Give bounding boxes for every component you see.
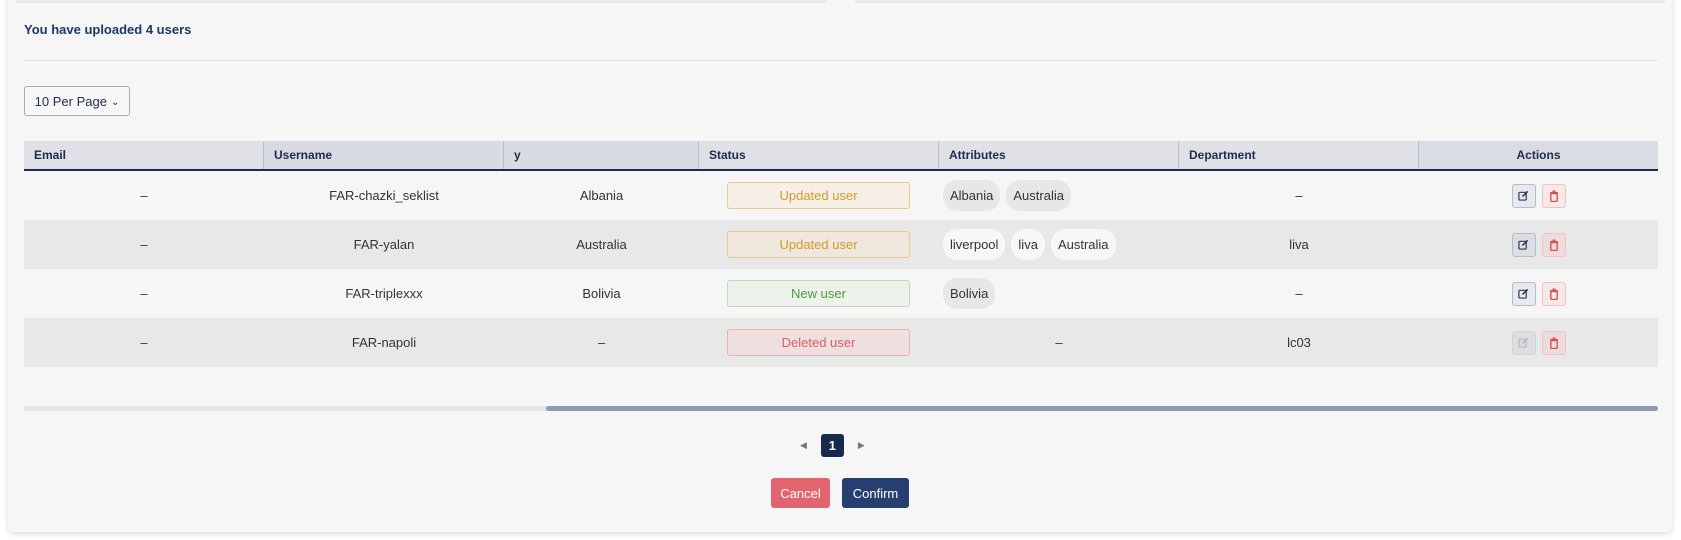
department-cell: liva bbox=[1289, 237, 1309, 252]
username-cell: FAR-napoli bbox=[351, 335, 417, 350]
status-cell: Deleted user bbox=[699, 318, 939, 367]
edit-button[interactable] bbox=[1511, 183, 1536, 208]
column-header-country[interactable]: y bbox=[504, 141, 699, 169]
edit-icon bbox=[1518, 239, 1529, 250]
actions-cell bbox=[1419, 269, 1658, 318]
confirm-button[interactable]: Confirm bbox=[842, 478, 909, 508]
actions-cell bbox=[1419, 171, 1658, 220]
trash-icon bbox=[1549, 190, 1559, 202]
status-badge: New user bbox=[727, 280, 910, 307]
caret-right-icon[interactable]: ▶ bbox=[858, 440, 865, 451]
per-page-label: 10 Per Page bbox=[34, 93, 107, 109]
status-badge: Deleted user bbox=[727, 329, 910, 356]
scrollbar-thumb[interactable] bbox=[546, 406, 1658, 411]
column-header-actions: Actions bbox=[1419, 141, 1658, 169]
users-table: Email Username y Status Attributes Depar… bbox=[24, 141, 1658, 367]
email-cell: – bbox=[140, 335, 148, 350]
attribute-chip: Bolivia bbox=[943, 278, 996, 309]
trash-icon bbox=[1549, 288, 1559, 300]
pagination: ◀ 1 ▶ bbox=[800, 434, 865, 457]
username-cell: FAR-yalan bbox=[353, 237, 415, 252]
edit-button bbox=[1511, 330, 1536, 355]
delete-button[interactable] bbox=[1541, 281, 1566, 306]
country-cell: Bolivia bbox=[582, 286, 621, 301]
table-header: Email Username y Status Attributes Depar… bbox=[24, 141, 1658, 171]
table-row: – FAR-chazki_seklist Albania Updated use… bbox=[24, 171, 1658, 220]
email-cell: – bbox=[140, 237, 148, 252]
status-badge: Updated user bbox=[727, 231, 910, 258]
status-cell: New user bbox=[699, 269, 939, 318]
edit-icon bbox=[1518, 190, 1529, 201]
top-panel-left-edge bbox=[16, 0, 827, 3]
column-header-department[interactable]: Department bbox=[1179, 141, 1419, 169]
delete-button[interactable] bbox=[1541, 232, 1566, 257]
cancel-button[interactable]: Cancel bbox=[771, 478, 830, 508]
attributes-cell: liverpool liva Australia bbox=[939, 220, 1179, 269]
divider bbox=[24, 60, 1658, 61]
department-cell: – bbox=[1295, 286, 1303, 301]
edit-button[interactable] bbox=[1511, 281, 1536, 306]
column-header-attributes[interactable]: Attributes bbox=[939, 141, 1179, 169]
status-badge: Updated user bbox=[727, 182, 910, 209]
table-row: – FAR-triplexxx Bolivia New user Bolivia… bbox=[24, 269, 1658, 318]
horizontal-scrollbar[interactable] bbox=[24, 406, 1658, 411]
attribute-chip: Albania bbox=[943, 180, 1001, 211]
edit-icon bbox=[1518, 337, 1529, 348]
attributes-cell: Bolivia bbox=[939, 269, 1179, 318]
attribute-chip: liverpool bbox=[943, 229, 1006, 260]
email-cell: – bbox=[140, 188, 148, 203]
upload-summary: You have uploaded 4 users bbox=[24, 22, 192, 37]
trash-icon bbox=[1549, 239, 1559, 251]
table-row: – FAR-napoli – Deleted user – lc03 bbox=[24, 318, 1658, 367]
attribute-chip: Australia bbox=[1050, 229, 1116, 260]
email-cell: – bbox=[140, 286, 148, 301]
per-page-dropdown[interactable]: 10 Per Page ⌄ bbox=[24, 86, 130, 116]
country-cell: Albania bbox=[579, 188, 624, 203]
attributes-cell: Albania Australia bbox=[939, 171, 1179, 220]
username-cell: FAR-chazki_seklist bbox=[329, 188, 439, 203]
column-header-email[interactable]: Email bbox=[24, 141, 264, 169]
chevron-down-icon: ⌄ bbox=[110, 96, 120, 108]
department-cell: – bbox=[1295, 188, 1303, 203]
attribute-chip: liva bbox=[1011, 229, 1045, 260]
country-cell: – bbox=[597, 335, 606, 350]
edit-button[interactable] bbox=[1511, 232, 1536, 257]
top-panel-right-edge bbox=[855, 0, 1665, 3]
country-cell: Australia bbox=[576, 237, 627, 252]
department-cell: lc03 bbox=[1287, 335, 1311, 350]
username-cell: FAR-triplexxx bbox=[345, 286, 423, 301]
table-row: – FAR-yalan Australia Updated user liver… bbox=[24, 220, 1658, 269]
actions-cell bbox=[1419, 220, 1658, 269]
column-header-status[interactable]: Status bbox=[699, 141, 939, 169]
column-header-username[interactable]: Username bbox=[264, 141, 504, 169]
caret-left-icon[interactable]: ◀ bbox=[800, 440, 807, 451]
actions-cell bbox=[1419, 318, 1658, 367]
table-body: – FAR-chazki_seklist Albania Updated use… bbox=[24, 171, 1658, 367]
status-cell: Updated user bbox=[699, 171, 939, 220]
attributes-cell: – bbox=[1055, 335, 1063, 350]
attribute-chip: Australia bbox=[1006, 180, 1071, 211]
delete-button[interactable] bbox=[1541, 330, 1566, 355]
status-cell: Updated user bbox=[699, 220, 939, 269]
page-button-current[interactable]: 1 bbox=[820, 434, 844, 457]
delete-button[interactable] bbox=[1541, 183, 1566, 208]
edit-icon bbox=[1518, 288, 1529, 299]
trash-icon bbox=[1549, 337, 1559, 349]
